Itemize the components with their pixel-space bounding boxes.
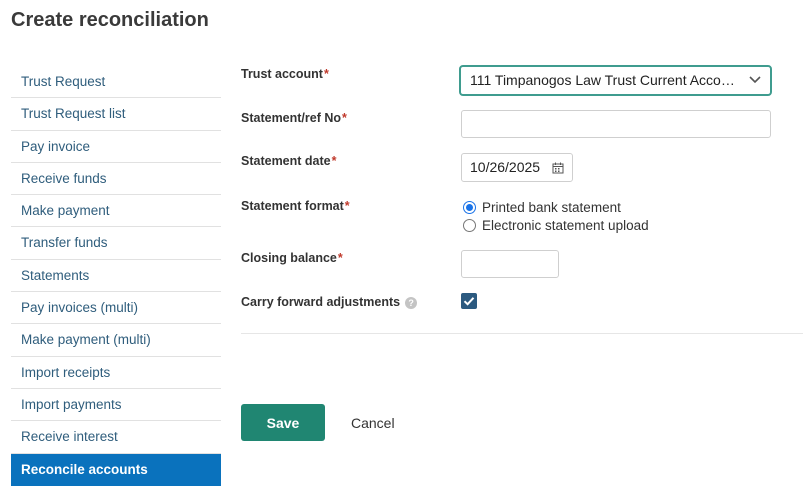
calendar-icon[interactable] [552, 162, 564, 174]
radio-printed-label: Printed bank statement [482, 200, 621, 215]
radio-electronic-control[interactable] [463, 219, 476, 232]
radio-electronic-statement-upload[interactable]: Electronic statement upload [463, 218, 649, 233]
sidebar-item-pay-invoice[interactable]: Pay invoice [11, 131, 221, 163]
sidebar-item-make-payment[interactable]: Make payment [11, 195, 221, 228]
statement-date-value: 10/26/2025 [470, 159, 541, 175]
sidebar-item-receive-funds[interactable]: Receive funds [11, 163, 221, 196]
checkmark-icon [463, 297, 475, 306]
help-icon[interactable]: ? [405, 297, 418, 309]
save-button[interactable]: Save [241, 404, 325, 441]
trust-account-label: Trust account* [241, 67, 329, 81]
statement-date-label: Statement date* [241, 154, 337, 168]
chevron-down-icon [749, 76, 761, 84]
sidebar-item-make-payment-multi[interactable]: Make payment (multi) [11, 324, 221, 357]
radio-printed-bank-statement[interactable]: Printed bank statement [463, 200, 621, 215]
cancel-button[interactable]: Cancel [351, 415, 395, 431]
sidebar-item-trust-request[interactable]: Trust Request [11, 66, 221, 99]
closing-balance-input[interactable] [461, 250, 559, 278]
reconciliation-form: Trust account* 111 Timpanogos Law Trust … [241, 0, 803, 502]
sidebar-item-trust-request-list[interactable]: Trust Request list [11, 98, 221, 131]
sidebar-item-import-receipts[interactable]: Import receipts [11, 357, 221, 389]
statement-date-input[interactable]: 10/26/2025 [461, 153, 573, 182]
sidebar-item-statements[interactable]: Statements [11, 260, 221, 293]
closing-balance-label: Closing balance* [241, 251, 343, 265]
statement-ref-input[interactable] [461, 110, 771, 138]
sidebar-item-receive-interest[interactable]: Receive interest [11, 421, 221, 454]
form-divider [241, 333, 803, 334]
trust-account-select[interactable]: 111 Timpanogos Law Trust Current Account [459, 65, 772, 96]
sidebar-item-import-payments[interactable]: Import payments [11, 389, 221, 422]
sidebar-item-reconcile-accounts[interactable]: Reconcile accounts [11, 453, 221, 486]
sidebar-item-transfer-funds[interactable]: Transfer funds [11, 227, 221, 260]
sidebar-nav: Trust Request Trust Request list Pay inv… [11, 66, 221, 486]
page-title: Create reconciliation [11, 9, 209, 31]
trust-account-value: 111 Timpanogos Law Trust Current Account [470, 72, 741, 88]
radio-printed-control[interactable] [463, 201, 476, 214]
statement-format-label: Statement format* [241, 199, 350, 213]
statement-ref-label: Statement/ref No* [241, 111, 347, 125]
carry-forward-label: Carry forward adjustments? [241, 295, 418, 309]
sidebar-item-pay-invoices-multi[interactable]: Pay invoices (multi) [11, 292, 221, 325]
radio-electronic-label: Electronic statement upload [482, 218, 649, 233]
carry-forward-checkbox[interactable] [461, 293, 477, 309]
